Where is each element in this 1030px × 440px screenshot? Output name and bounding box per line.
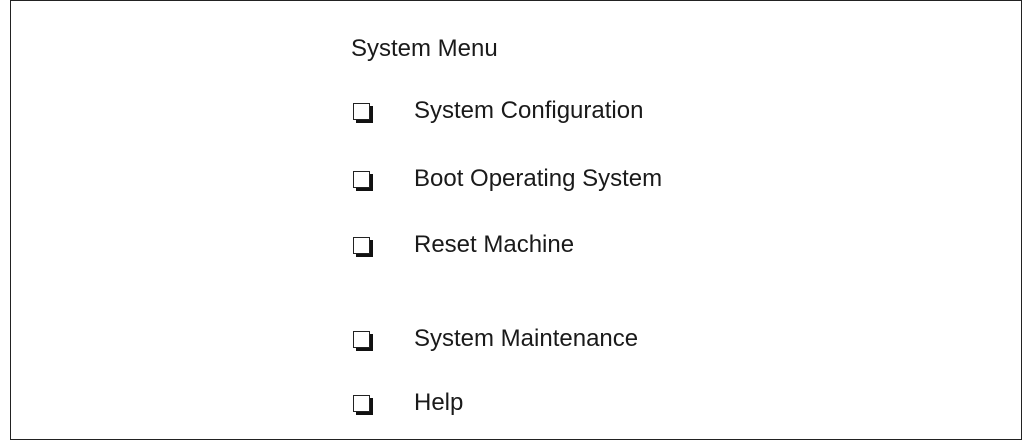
menu-item-boot-operating-system[interactable]: Boot Operating System	[353, 162, 662, 196]
menu-item-label: Reset Machine	[414, 231, 575, 258]
checkbox-icon[interactable]	[353, 330, 370, 348]
menu-item-help[interactable]: Help	[353, 386, 463, 420]
menu-item-system-configuration[interactable]: System Configuration	[353, 94, 643, 128]
checkbox-icon[interactable]	[353, 102, 370, 120]
checkbox-icon[interactable]	[353, 170, 370, 188]
checkbox-icon[interactable]	[353, 236, 370, 254]
menu-item-reset-machine[interactable]: Reset Machine	[353, 228, 574, 262]
menu-title: System Menu	[351, 35, 498, 62]
menu-item-system-maintenance[interactable]: System Maintenance	[353, 322, 638, 356]
menu-item-label: Help	[414, 389, 464, 416]
menu-item-label: System Maintenance	[414, 325, 639, 352]
menu-item-label: Boot Operating System	[414, 165, 663, 192]
menu-item-label: System Configuration	[414, 97, 644, 124]
checkbox-icon[interactable]	[353, 394, 370, 412]
system-menu-panel: System Menu System Configuration Boot Op…	[10, 0, 1022, 440]
